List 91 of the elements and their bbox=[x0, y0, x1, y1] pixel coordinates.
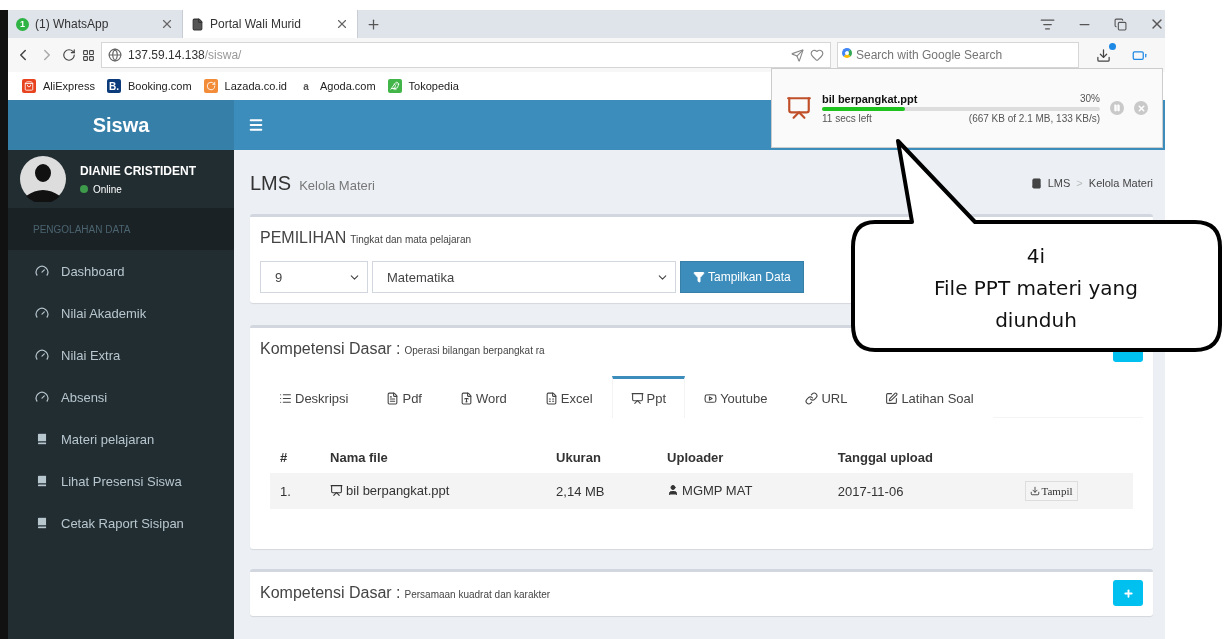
download-icon bbox=[1029, 486, 1040, 496]
plus-icon bbox=[1122, 587, 1134, 599]
close-icon[interactable] bbox=[160, 17, 174, 31]
edit-icon bbox=[885, 392, 899, 405]
status-dot bbox=[80, 185, 88, 193]
card-title: Kompetensi Dasar : bbox=[260, 584, 401, 601]
card-title: PEMILIHAN bbox=[260, 229, 347, 246]
filter-icon bbox=[693, 271, 705, 283]
page-subtitle: Kelola Materi bbox=[299, 177, 375, 193]
globe-icon bbox=[108, 48, 122, 62]
book-icon bbox=[35, 432, 49, 446]
brand-logo[interactable]: Siswa bbox=[8, 100, 234, 150]
pdf-icon bbox=[386, 392, 400, 405]
heart-icon[interactable] bbox=[810, 48, 824, 62]
file-name: bil berpangkat.ppt bbox=[346, 482, 450, 498]
book-icon bbox=[35, 474, 49, 488]
restore-icon[interactable] bbox=[1114, 17, 1127, 31]
gauge-icon bbox=[35, 306, 49, 320]
close-icon[interactable] bbox=[335, 17, 349, 31]
sidebar-header: PENGOLAHAN DATA bbox=[8, 208, 234, 250]
user-status: Online bbox=[93, 183, 122, 195]
ppt-file-icon bbox=[330, 483, 343, 497]
word-icon bbox=[460, 392, 473, 405]
link-icon bbox=[805, 392, 819, 405]
show-data-button[interactable]: Tampilkan Data bbox=[680, 261, 804, 293]
card-title: Kompetensi Dasar : bbox=[260, 340, 401, 357]
bookmark-icon: B. bbox=[106, 79, 121, 93]
notification-badge: 1 bbox=[16, 17, 29, 31]
breadcrumb-item[interactable]: LMS bbox=[1047, 177, 1071, 189]
tab-menu-icon[interactable] bbox=[1040, 16, 1055, 32]
uploader-name: MGMP MAT bbox=[682, 482, 753, 498]
grade-select[interactable]: 9 bbox=[260, 261, 368, 293]
card-subtitle: Operasi bilangan berpangkat ra bbox=[404, 345, 545, 356]
column-header: # bbox=[270, 442, 320, 473]
callout-text: File PPT materi yang diunduh bbox=[933, 275, 1139, 334]
page-title: LMS bbox=[250, 171, 292, 194]
user-icon bbox=[667, 484, 680, 497]
book-icon bbox=[1030, 177, 1042, 189]
callout-number: 4i bbox=[1025, 243, 1047, 270]
file-size: 2,14 MB bbox=[556, 483, 605, 499]
bookmark-link[interactable]: Booking.com bbox=[127, 80, 192, 92]
sidebar-item[interactable]: Materi pelajaran bbox=[8, 418, 234, 460]
subject-select[interactable]: Matematika bbox=[372, 261, 676, 293]
row-number: 1. bbox=[280, 483, 291, 499]
content-tab[interactable]: Ppt bbox=[611, 376, 686, 418]
gauge-icon bbox=[35, 390, 49, 404]
download-detail: (667 KB of 2.1 MB, 133 KB/s) bbox=[968, 112, 1100, 124]
download-file-name: bil berpangkat.ppt bbox=[822, 92, 918, 105]
ppt-file-icon bbox=[786, 95, 812, 121]
youtube-icon bbox=[704, 392, 718, 405]
address-bar[interactable]: 137.59.14.138/siswa/ bbox=[101, 42, 831, 68]
send-icon[interactable] bbox=[791, 48, 804, 62]
column-header: Nama file bbox=[320, 442, 547, 473]
grid-icon[interactable] bbox=[82, 48, 95, 62]
show-button[interactable]: Tampil bbox=[1024, 481, 1078, 501]
list-icon bbox=[279, 392, 292, 405]
book-icon bbox=[35, 516, 49, 530]
page-icon bbox=[191, 17, 204, 31]
search-field[interactable]: Search with Google Search bbox=[837, 42, 1079, 68]
bookmark-link[interactable]: AliExpress bbox=[43, 80, 95, 92]
avatar-icon bbox=[20, 156, 66, 202]
column-header: Ukuran bbox=[546, 442, 658, 473]
sidebar-item[interactable]: Nilai Extra bbox=[8, 334, 234, 376]
sidebar-item[interactable]: Lihat Presensi Siswa bbox=[8, 460, 234, 502]
reload-icon[interactable] bbox=[62, 48, 76, 62]
sidebar-item[interactable]: Absensi bbox=[8, 376, 234, 418]
time-left: 11 secs left bbox=[822, 112, 872, 124]
new-tab-icon[interactable] bbox=[366, 17, 381, 32]
sidebar-item[interactable]: Cetak Raport Sisipan bbox=[8, 502, 234, 544]
user-name: DIANIE CRISTIDENT bbox=[80, 163, 196, 178]
bookmark-link[interactable]: Tokopedia bbox=[408, 80, 459, 92]
upload-date: 2017-11-06 bbox=[837, 483, 904, 499]
card-subtitle: Tingkat dan mata pelajaran bbox=[350, 234, 472, 245]
column-header: Tanggal upload bbox=[827, 442, 1015, 473]
download-percent: 30% bbox=[1080, 92, 1100, 105]
breadcrumb-separator: > bbox=[1076, 177, 1083, 189]
card-subtitle: Persamaan kuadrat dan karakter bbox=[404, 589, 551, 600]
excel-icon bbox=[544, 392, 558, 405]
browser-tab[interactable]: Portal Wali Murid bbox=[183, 10, 358, 38]
sidebar-item[interactable]: Nilai Akademik bbox=[8, 292, 234, 334]
bookmark-link[interactable]: Agoda.com bbox=[319, 80, 376, 92]
pause-icon bbox=[1113, 104, 1121, 112]
ppt-icon bbox=[630, 392, 644, 405]
gauge-icon bbox=[35, 264, 49, 278]
bookmark-link[interactable]: Lazada.co.id bbox=[224, 80, 287, 92]
close-icon bbox=[1136, 103, 1146, 113]
menu-icon[interactable] bbox=[248, 117, 264, 133]
breadcrumb-item: Kelola Materi bbox=[1088, 177, 1153, 189]
gauge-icon bbox=[35, 348, 49, 362]
sidebar-item[interactable]: Dashboard bbox=[8, 250, 234, 292]
column-header: Uploader bbox=[657, 442, 828, 473]
